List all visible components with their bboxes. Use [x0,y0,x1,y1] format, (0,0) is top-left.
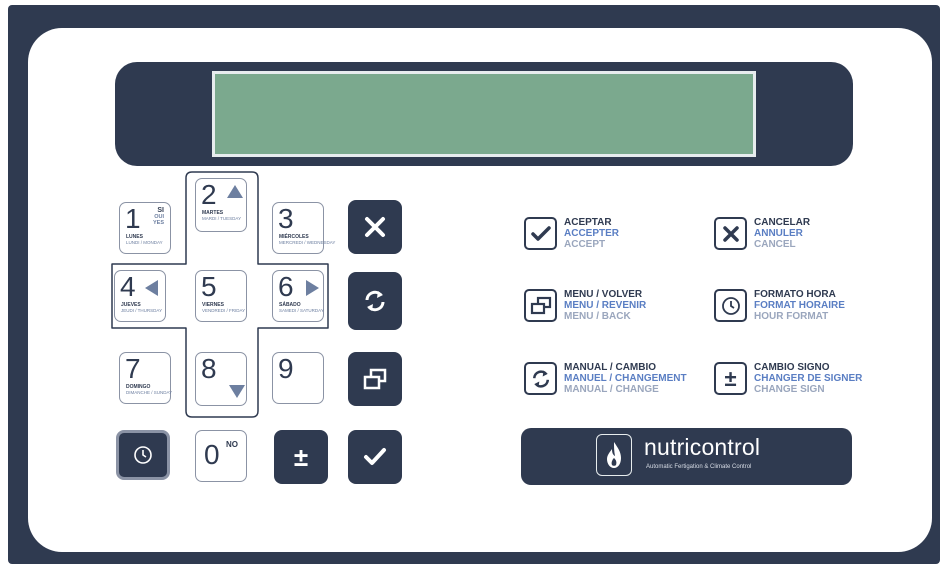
menu-back-button[interactable] [348,352,402,406]
check-icon [364,448,386,465]
legend-manual-text: MANUAL / CAMBIO MANUEL / CHANGEMENT MANU… [564,362,687,395]
legend-time-format-icon [714,289,747,322]
key-6-day-alt: SAMEDI / SATURDAY [279,308,324,313]
key-5-day-alt: VENDREDI / FRIDAY [202,308,246,313]
key-4-day-alt: JEUDI / THURSDAY [121,308,163,313]
legend-cancel-icon [714,217,747,250]
key-4-left[interactable]: 4 JUEVES JEUDI / THURSDAY [114,270,166,322]
cancel-button[interactable] [348,200,402,254]
windows-icon [530,296,551,314]
key-2-digit: 2 [201,179,217,210]
brand-tagline: Automatic Fertigation & Climate Control [646,464,752,470]
key-8-digit: 8 [201,353,217,384]
arrow-left-icon [145,280,158,296]
legend-sign-text: CAMBIO SIGNO CHANGER DE SIGNER CHANGE SI… [754,362,863,395]
legend-menu-text: MENU / VOLVER MENU / REVENIR MENU / BACK [564,289,647,322]
clock-icon [134,446,152,464]
check-icon [530,225,551,241]
arrow-down-icon [229,385,245,398]
plus-minus-icon: ± [724,365,737,391]
legend-time-format-text: FORMATO HORA FORMAT HORAIRE HOUR FORMAT [754,289,845,322]
arrow-right-icon [306,280,319,296]
key-1-day-alt: LUNDI / MONDAY [126,240,163,245]
legend-sign-icon: ± [714,362,747,395]
legend-manual-icon [524,362,557,395]
close-icon [365,217,385,237]
key-7-day-alt: DIMANCHE / SUNDAY [126,390,173,395]
time-format-button[interactable] [116,430,170,480]
manual-change-button[interactable] [348,272,402,330]
key-0-no-label: NO [226,440,238,449]
key-3[interactable]: 3 MIÉRCOLES MERCREDI / WEDNESDAY [272,202,335,254]
legend-cancel-text: CANCELAR ANNULER CANCEL [754,217,811,250]
key-1-yes-label: SI OUI YES [152,207,164,226]
key-8-down[interactable]: 8 [195,352,247,406]
key-6-right[interactable]: 6 SÁBADO SAMEDI / SATURDAY [272,270,324,322]
key-7[interactable]: 7 DOMINGO DIMANCHE / SUNDAY [119,352,173,404]
key-0-no[interactable]: 0 NO [195,430,247,482]
key-7-digit: 7 [125,353,141,384]
close-icon [722,225,739,242]
arrow-up-icon [227,185,243,198]
lcd-screen [212,71,756,157]
key-1-digit: 1 [125,203,141,234]
key-9[interactable]: 9 [272,352,324,404]
brand-name: nutricontrol [644,434,761,460]
key-4-digit: 4 [120,271,136,302]
legend-accept-icon [524,217,557,250]
change-sign-button[interactable]: ± [274,430,328,484]
refresh-icon [365,290,385,312]
key-3-digit: 3 [278,203,294,234]
accept-button[interactable] [348,430,402,484]
key-9-digit: 9 [278,353,294,384]
plus-minus-icon: ± [293,442,309,472]
key-1[interactable]: 1 SI OUI YES LUNES LUNDI / MONDAY [119,202,171,254]
refresh-icon [532,369,549,388]
brand-plate: nutricontrol Automatic Fertigation & Cli… [521,428,852,485]
display-bezel [115,62,853,166]
legend-menu-icon [524,289,557,322]
clock-icon [721,296,740,315]
key-2-day-alt: MARDI / TUESDAY [202,216,242,221]
key-3-day-alt: MERCREDI / WEDNESDAY [279,240,336,245]
key-5[interactable]: 5 VIERNES VENDREDI / FRIDAY [195,270,247,322]
key-6-digit: 6 [278,271,294,302]
key-0-digit: 0 [204,439,220,470]
flame-logo-icon [596,434,632,476]
windows-icon [363,368,387,390]
key-2-up[interactable]: 2 MARTES MARDI / TUESDAY [195,178,247,232]
key-5-digit: 5 [201,271,217,302]
control-panel: 1 SI OUI YES LUNES LUNDI / MONDAY 2 MART… [28,28,932,552]
legend-accept-text: ACEPTAR ACCEPTER ACCEPT [564,217,620,250]
